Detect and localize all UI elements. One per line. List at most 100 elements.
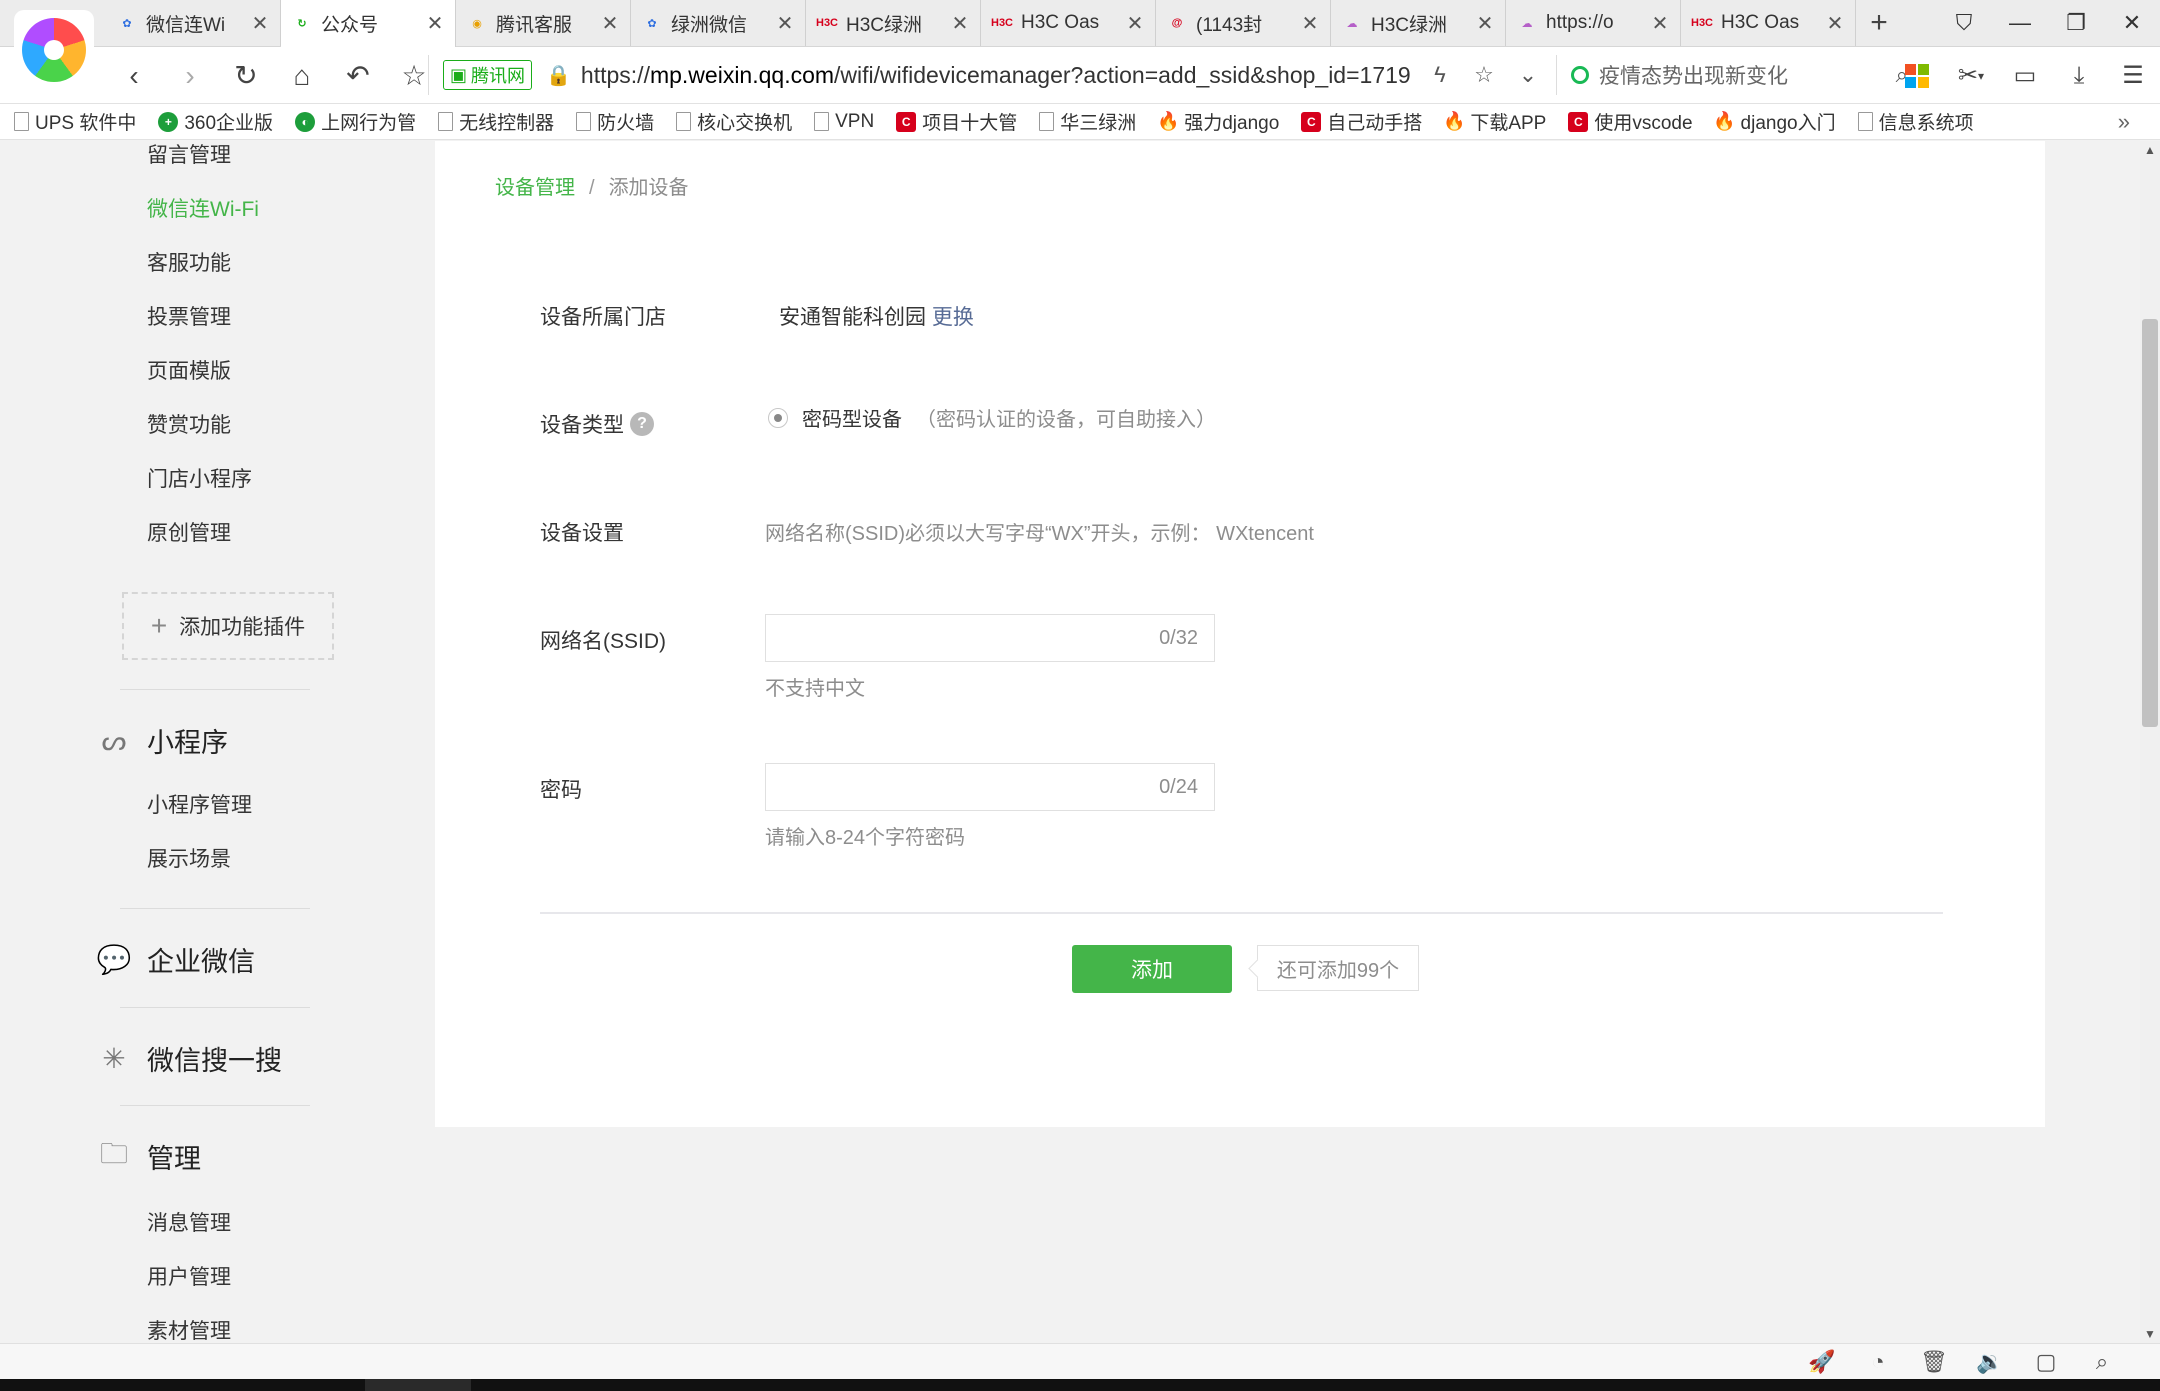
- chevron-down-icon[interactable]: ⌄: [1506, 62, 1550, 88]
- close-tab-icon[interactable]: ✕: [600, 11, 620, 36]
- sidebar-item-materials[interactable]: 素材管理: [147, 1315, 231, 1343]
- apps-grid-icon[interactable]: [1890, 47, 1944, 104]
- add-plugin-button[interactable]: + 添加功能插件: [122, 592, 334, 660]
- bookmark-6[interactable]: VPN: [814, 111, 874, 133]
- tab-5[interactable]: H3C H3C Oas ✕: [981, 0, 1156, 46]
- sidebar-item-3[interactable]: 投票管理: [147, 301, 231, 331]
- tab-8[interactable]: ☁ https://o ✕: [1506, 0, 1681, 46]
- tab-1[interactable]: ↻ 公众号 ✕: [281, 0, 456, 47]
- browser-logo-icon[interactable]: [14, 10, 94, 90]
- ssid-input[interactable]: [776, 621, 1106, 655]
- speed-icon[interactable]: ◔: [1850, 1344, 1906, 1380]
- zoom-icon[interactable]: ⌕: [2074, 1344, 2130, 1380]
- close-tab-icon[interactable]: ✕: [1125, 11, 1145, 36]
- sidebar-item-2[interactable]: 客服功能: [147, 247, 231, 277]
- close-tab-icon[interactable]: ✕: [250, 11, 270, 36]
- minimize-icon[interactable]: —: [1992, 0, 2048, 46]
- scroll-down-icon[interactable]: ▼: [2140, 1327, 2160, 1341]
- window-icon[interactable]: ▢: [2018, 1344, 2074, 1380]
- search-box[interactable]: 疫情态势出现新变化 ⌕: [1556, 55, 1916, 95]
- url-text[interactable]: https://mp.weixin.qq.com/wifi/wifidevice…: [581, 62, 1411, 89]
- ssid-input-box[interactable]: 0/32: [765, 614, 1215, 662]
- sidebar-item-users[interactable]: 用户管理: [147, 1261, 231, 1291]
- group-miniprogram[interactable]: ᔕ 小程序: [96, 721, 228, 760]
- device-type-radio[interactable]: 密码型设备 （密码认证的设备，可自助接入）: [768, 403, 1216, 432]
- close-tab-icon[interactable]: ✕: [1650, 11, 1670, 36]
- change-store-link[interactable]: 更换: [932, 306, 974, 329]
- home-icon[interactable]: ⌂: [274, 47, 330, 104]
- sidebar-item-miniprogram-manage[interactable]: 小程序管理: [147, 789, 252, 819]
- breadcrumb-parent-link[interactable]: 设备管理: [495, 177, 575, 199]
- reload-icon[interactable]: ↻: [218, 47, 274, 104]
- back-icon[interactable]: ‹: [106, 47, 162, 104]
- radio-label[interactable]: 密码型设备: [802, 403, 902, 432]
- close-tab-icon[interactable]: ✕: [1300, 11, 1320, 36]
- bookmark-5[interactable]: 核心交换机: [676, 108, 792, 135]
- bookmark-14[interactable]: 信息系统项: [1857, 108, 1974, 135]
- scroll-up-icon[interactable]: ▲: [2140, 143, 2160, 157]
- scissors-icon[interactable]: ✂ ▾: [1944, 47, 1998, 104]
- scrollbar-thumb[interactable]: [2142, 319, 2158, 727]
- site-icon: +: [158, 111, 179, 132]
- download-icon[interactable]: ⤓: [2052, 47, 2106, 104]
- rocket-icon[interactable]: 🚀: [1794, 1344, 1850, 1380]
- lightning-icon[interactable]: ϟ: [1418, 62, 1462, 88]
- more-bookmarks-icon[interactable]: »: [2118, 109, 2130, 135]
- forward-icon[interactable]: ›: [162, 47, 218, 104]
- tab-7[interactable]: ☁ H3C绿洲 ✕: [1331, 0, 1506, 46]
- bookmark-10[interactable]: C 自己动手搭: [1301, 108, 1422, 135]
- battery-icon[interactable]: ▭: [1998, 47, 2052, 104]
- tab-6[interactable]: @ (1143封 ✕: [1156, 0, 1331, 46]
- restore-icon[interactable]: ❐: [2048, 0, 2104, 46]
- taskbar-active-app[interactable]: [365, 1379, 471, 1391]
- bookmark-star-icon[interactable]: ☆: [1462, 62, 1506, 88]
- sidebar-item-4[interactable]: 页面模版: [147, 355, 231, 385]
- sidebar-item-0[interactable]: 留言管理: [147, 141, 231, 169]
- skin-icon[interactable]: ⛉: [1936, 0, 1992, 46]
- bookmark-8[interactable]: 华三绿洲: [1039, 108, 1136, 135]
- group-work-wechat[interactable]: 💬 企业微信: [96, 940, 255, 979]
- password-input-box[interactable]: 0/24: [765, 763, 1215, 811]
- sidebar-item-display-scene[interactable]: 展示场景: [147, 843, 231, 873]
- tab-3[interactable]: ✿ 绿洲微信 ✕: [631, 0, 806, 46]
- close-tab-icon[interactable]: ✕: [950, 11, 970, 36]
- bookmark-7[interactable]: C 项目十大管: [896, 108, 1017, 135]
- group-manage[interactable]: 🗀 管理: [96, 1137, 201, 1176]
- new-tab-icon[interactable]: +: [1856, 0, 1902, 46]
- sidebar-item-1[interactable]: 微信连Wi-Fi: [147, 193, 259, 223]
- group-search[interactable]: ✳ 微信搜一搜: [96, 1039, 282, 1078]
- sound-icon[interactable]: 🔉: [1962, 1344, 2018, 1380]
- search-text[interactable]: 疫情态势出现新变化: [1599, 60, 1896, 90]
- tab-4[interactable]: H3C H3C绿洲 ✕: [806, 0, 981, 46]
- close-window-icon[interactable]: ✕: [2104, 0, 2160, 46]
- bookmark-9[interactable]: 🔥 强力django: [1157, 108, 1279, 135]
- bookmark-12[interactable]: C 使用vscode: [1568, 108, 1693, 135]
- close-tab-icon[interactable]: ✕: [425, 11, 445, 36]
- sidebar-item-5[interactable]: 赞赏功能: [147, 409, 231, 439]
- bookmark-11[interactable]: 🔥 下载APP: [1443, 108, 1546, 135]
- url-field[interactable]: ▣ 腾讯网 🔒 https://mp.weixin.qq.com/wifi/wif…: [428, 55, 1550, 95]
- bookmark-2[interactable]: ◐ 上网行为管: [295, 108, 416, 135]
- menu-icon[interactable]: ☰: [2106, 47, 2160, 104]
- close-tab-icon[interactable]: ✕: [1475, 11, 1495, 36]
- tab-2[interactable]: ◉ 腾讯客服 ✕: [456, 0, 631, 46]
- vertical-scrollbar[interactable]: ▲ ▼: [2140, 141, 2160, 1343]
- sidebar-item-messages[interactable]: 消息管理: [147, 1207, 231, 1237]
- tab-0[interactable]: ✿ 微信连Wi ✕: [106, 0, 281, 46]
- bookmark-0[interactable]: UPS 软件中: [14, 108, 136, 135]
- close-tab-icon[interactable]: ✕: [1825, 11, 1845, 36]
- sidebar-item-6[interactable]: 门店小程序: [147, 463, 252, 493]
- bookmark-13[interactable]: 🔥 django入门: [1713, 108, 1835, 135]
- add-device-button[interactable]: 添加: [1072, 945, 1232, 993]
- help-icon[interactable]: ?: [630, 412, 654, 436]
- undo-icon[interactable]: ↶: [330, 47, 386, 104]
- close-tab-icon[interactable]: ✕: [775, 11, 795, 36]
- bookmark-1[interactable]: +360企业版: [158, 108, 273, 135]
- bookmark-3[interactable]: 无线控制器: [438, 108, 554, 135]
- trash-icon[interactable]: 🗑: [1906, 1344, 1962, 1380]
- tab-9[interactable]: H3C H3C Oas ✕: [1681, 0, 1856, 46]
- bookmark-4[interactable]: 防火墙: [576, 108, 654, 135]
- radio-selected-icon[interactable]: [768, 407, 788, 428]
- password-input[interactable]: [776, 770, 1106, 804]
- sidebar-item-7[interactable]: 原创管理: [147, 517, 231, 547]
